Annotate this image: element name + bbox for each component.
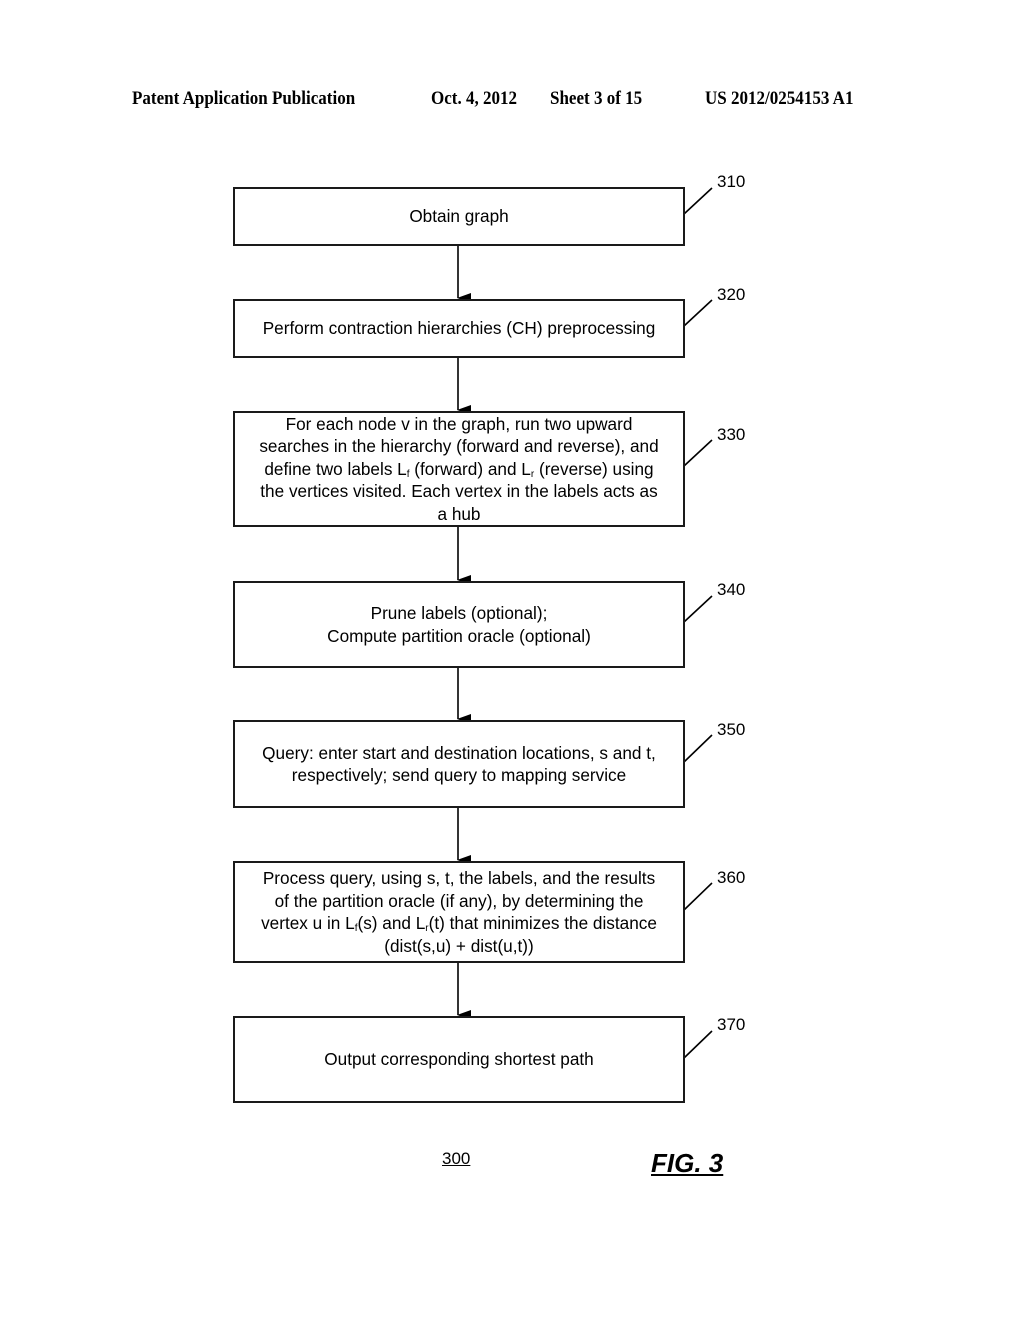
step-text-360: Process query, using s, t, the labels, a…	[261, 868, 657, 956]
leader-310	[683, 187, 713, 215]
step-box-320: Perform contraction hierarchies (CH) pre…	[233, 299, 685, 358]
step-box-310: Obtain graph	[233, 187, 685, 246]
ref-label-360: 360	[717, 868, 746, 887]
step-text-340: Prune labels (optional); Compute partiti…	[327, 603, 591, 646]
leader-320	[683, 299, 713, 327]
step-box-360: Process query, using s, t, the labels, a…	[233, 861, 685, 963]
step-box-350: Query: enter start and destination locat…	[233, 720, 685, 808]
ref-label-340: 340	[717, 580, 746, 599]
figure-label: FIG. 3	[651, 1148, 724, 1178]
ref-label-310: 310	[717, 172, 746, 191]
step-text-310: Obtain graph	[409, 206, 509, 227]
leader-340	[683, 595, 713, 623]
step-text-350: Query: enter start and destination locat…	[262, 742, 656, 786]
step-box-340: Prune labels (optional); Compute partiti…	[233, 581, 685, 668]
leader-350	[683, 734, 713, 763]
ref-label-350: 350	[717, 720, 746, 739]
leader-360	[683, 882, 713, 911]
figure-number: 300	[442, 1149, 471, 1168]
ref-label-320: 320	[717, 285, 746, 304]
ref-label-370: 370	[717, 1015, 746, 1034]
step-text-330: For each node v in the graph, run two up…	[259, 413, 659, 524]
leader-330	[683, 439, 713, 467]
step-text-320: Perform contraction hierarchies (CH) pre…	[262, 318, 656, 339]
step-box-370: Output corresponding shortest path	[233, 1016, 685, 1103]
leader-370	[683, 1030, 713, 1059]
ref-label-330: 330	[717, 425, 746, 444]
step-text-370: Output corresponding shortest path	[324, 1049, 594, 1070]
step-box-330: For each node v in the graph, run two up…	[233, 411, 685, 527]
